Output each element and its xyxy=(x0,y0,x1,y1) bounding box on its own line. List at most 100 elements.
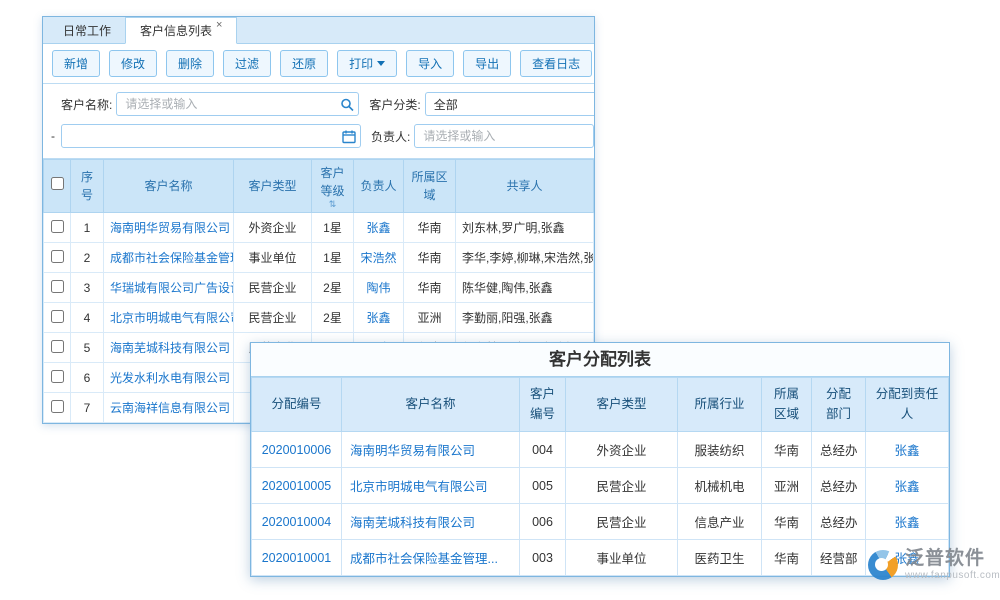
col-shared: 共享人 xyxy=(456,160,594,213)
fanpu-logo-icon xyxy=(868,550,898,580)
customer-name-link[interactable]: 光发水利水电有限公司 xyxy=(110,371,230,385)
print-button[interactable]: 打印 xyxy=(337,50,397,77)
customer-name-link[interactable]: 华瑞城有限公司广告设计部 xyxy=(110,281,234,295)
date-input[interactable] xyxy=(61,124,361,148)
customer-name-link[interactable]: 北京市明城电气有限公司 xyxy=(350,480,488,494)
col-assignee: 分配到责任人 xyxy=(866,378,949,432)
col-customer-name: 客户名称 xyxy=(342,378,520,432)
row-assignee: 张鑫 xyxy=(866,468,949,504)
row-dept: 总经办 xyxy=(812,504,866,540)
row-select-cell xyxy=(44,273,71,303)
tab-close-icon[interactable]: × xyxy=(216,20,222,30)
row-industry: 机械机电 xyxy=(678,468,762,504)
row-customer-name: 海南明华贸易有限公司 xyxy=(104,213,234,243)
row-no: 5 xyxy=(71,333,104,363)
row-owner: 宋浩然 xyxy=(354,243,404,273)
row-customer-name: 云南海祥信息有限公司 xyxy=(104,393,234,423)
allocation-id-link[interactable]: 2020010001 xyxy=(262,551,332,565)
search-icon[interactable] xyxy=(339,97,354,112)
row-owner: 张鑫 xyxy=(354,213,404,243)
row-customer-name: 华瑞城有限公司广告设计部 xyxy=(104,273,234,303)
row-checkbox[interactable] xyxy=(51,280,64,293)
customer-name-link[interactable]: 海南明华贸易有限公司 xyxy=(110,221,230,235)
owner-input[interactable] xyxy=(414,124,594,148)
row-customer-level: 2星 xyxy=(312,273,354,303)
col-no: 序号 xyxy=(71,160,104,213)
select-all-checkbox[interactable] xyxy=(51,177,64,190)
row-region: 华南 xyxy=(762,432,812,468)
row-customer-type: 外资企业 xyxy=(566,432,678,468)
chevron-down-icon xyxy=(377,61,385,66)
row-select-cell xyxy=(44,303,71,333)
assignee-link[interactable]: 张鑫 xyxy=(894,480,919,494)
row-shared: 陈华健,陶伟,张鑫 xyxy=(456,273,594,303)
row-no: 6 xyxy=(71,363,104,393)
tab-customer-info-list[interactable]: 客户信息列表 × xyxy=(125,17,237,44)
add-button[interactable]: 新增 xyxy=(52,50,100,77)
allocation-id-link[interactable]: 2020010004 xyxy=(262,515,332,529)
customer-name-link[interactable]: 海南芜城科技有限公司 xyxy=(350,516,475,530)
customer-name-link[interactable]: 海南明华贸易有限公司 xyxy=(350,444,475,458)
owner-label: 负责人: xyxy=(371,128,410,145)
row-region: 亚洲 xyxy=(404,303,456,333)
customer-name-link[interactable]: 成都市社会保险基金管理... xyxy=(110,251,234,265)
customer-category-select[interactable]: 全部 xyxy=(425,92,594,116)
print-button-label: 打印 xyxy=(349,55,373,72)
customer-name-link[interactable]: 云南海祥信息有限公司 xyxy=(110,401,230,415)
sort-icon[interactable]: ⇅ xyxy=(318,200,347,208)
col-industry: 所属行业 xyxy=(678,378,762,432)
row-region: 华南 xyxy=(762,504,812,540)
customer-name-link[interactable]: 北京市明城电气有限公司 xyxy=(110,311,234,325)
row-customer-no: 004 xyxy=(520,432,566,468)
row-checkbox[interactable] xyxy=(51,400,64,413)
row-checkbox[interactable] xyxy=(51,370,64,383)
owner-link[interactable]: 陶伟 xyxy=(366,281,390,295)
row-dept: 经营部 xyxy=(812,540,866,576)
row-allocation-id: 2020010004 xyxy=(252,504,342,540)
owner-link[interactable]: 张鑫 xyxy=(366,311,390,325)
owner-link[interactable]: 宋浩然 xyxy=(360,251,396,265)
delete-button[interactable]: 删除 xyxy=(166,50,214,77)
row-allocation-id: 2020010001 xyxy=(252,540,342,576)
row-select-cell xyxy=(44,393,71,423)
col-region: 所属区域 xyxy=(404,160,456,213)
row-owner: 陶伟 xyxy=(354,273,404,303)
row-customer-no: 003 xyxy=(520,540,566,576)
row-allocation-id: 2020010005 xyxy=(252,468,342,504)
row-industry: 医药卫生 xyxy=(678,540,762,576)
col-customer-level[interactable]: 客户等级 ⇅ xyxy=(312,160,354,213)
row-customer-no: 006 xyxy=(520,504,566,540)
table-row: 2020010001 成都市社会保险基金管理... 003 事业单位 医药卫生 … xyxy=(252,540,949,576)
import-button[interactable]: 导入 xyxy=(406,50,454,77)
allocation-id-link[interactable]: 2020010006 xyxy=(262,443,332,457)
edit-button[interactable]: 修改 xyxy=(109,50,157,77)
view-log-button[interactable]: 查看日志 xyxy=(520,50,592,77)
toolbar: 新增 修改 删除 过滤 还原 打印 导入 导出 查看日志 xyxy=(43,44,594,84)
row-shared: 李华,李婷,柳琳,宋浩然,张鑫 xyxy=(456,243,594,273)
row-customer-type: 民营企业 xyxy=(566,504,678,540)
tab-bar: 日常工作 客户信息列表 × xyxy=(43,17,594,44)
row-shared: 李勤丽,阳强,张鑫 xyxy=(456,303,594,333)
customer-name-link[interactable]: 海南芜城科技有限公司 xyxy=(110,341,230,355)
tab-label: 客户信息列表 xyxy=(140,22,212,39)
col-customer-level-label: 客户等级 xyxy=(320,166,344,198)
row-checkbox[interactable] xyxy=(51,340,64,353)
row-select-cell xyxy=(44,213,71,243)
assignee-link[interactable]: 张鑫 xyxy=(894,444,919,458)
assignee-link[interactable]: 张鑫 xyxy=(894,516,919,530)
calendar-icon[interactable] xyxy=(341,129,356,144)
owner-link[interactable]: 张鑫 xyxy=(366,221,390,235)
customer-name-input[interactable] xyxy=(116,92,359,116)
row-checkbox[interactable] xyxy=(51,220,64,233)
filter-row-2: - 负责人: xyxy=(43,120,594,152)
row-assignee: 张鑫 xyxy=(866,504,949,540)
row-checkbox[interactable] xyxy=(51,250,64,263)
allocation-id-link[interactable]: 2020010005 xyxy=(262,479,332,493)
customer-name-label: 客户名称: xyxy=(61,96,112,113)
tab-daily-work[interactable]: 日常工作 xyxy=(49,18,125,43)
filter-button[interactable]: 过滤 xyxy=(223,50,271,77)
customer-name-link[interactable]: 成都市社会保险基金管理... xyxy=(350,552,498,566)
restore-button[interactable]: 还原 xyxy=(280,50,328,77)
row-checkbox[interactable] xyxy=(51,310,64,323)
export-button[interactable]: 导出 xyxy=(463,50,511,77)
